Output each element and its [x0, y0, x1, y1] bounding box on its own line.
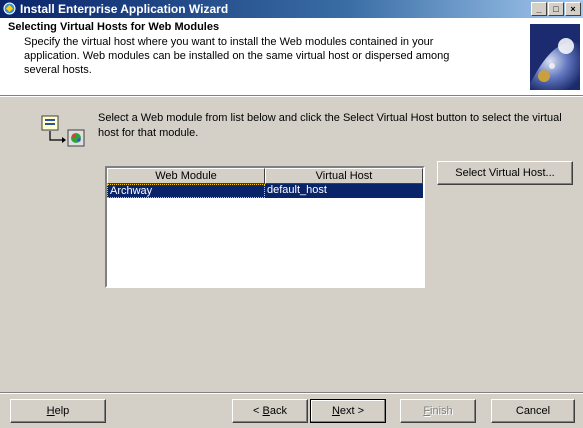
- next-button[interactable]: Next >: [310, 399, 386, 423]
- minimize-button[interactable]: _: [531, 2, 547, 16]
- column-header-virtual-host[interactable]: Virtual Host: [265, 168, 423, 184]
- wizard-header: Selecting Virtual Hosts for Web Modules …: [0, 18, 583, 95]
- footer-divider: [0, 392, 583, 394]
- title-bar[interactable]: Install Enterprise Application Wizard _ …: [0, 0, 583, 18]
- back-button[interactable]: < Back: [232, 399, 308, 423]
- window-title: Install Enterprise Application Wizard: [20, 2, 229, 16]
- finish-label: inish: [430, 405, 453, 417]
- globe-decoration-icon: [530, 24, 580, 90]
- help-button[interactable]: Help: [10, 399, 106, 423]
- cancel-button[interactable]: Cancel: [491, 399, 575, 423]
- instruction-text: Select a Web module from list below and …: [98, 112, 562, 139]
- close-button[interactable]: ×: [565, 2, 581, 16]
- next-mnemonic: N: [331, 405, 340, 417]
- help-label: elp: [54, 405, 70, 417]
- table-row[interactable]: Archway default_host: [107, 184, 423, 198]
- next-label: ext >: [339, 405, 365, 417]
- page-description: Specify the virtual host where you want …: [24, 36, 450, 76]
- select-virtual-host-button[interactable]: Select Virtual Host...: [437, 161, 573, 185]
- web-module-table[interactable]: Web Module Virtual Host Archway default_…: [105, 166, 425, 288]
- cell-web-module[interactable]: Archway: [107, 184, 265, 198]
- maximize-button[interactable]: □: [548, 2, 564, 16]
- wizard-app-icon: [3, 2, 16, 15]
- finish-button: Finish: [400, 399, 476, 423]
- help-mnemonic: H: [46, 405, 55, 417]
- back-mnemonic: B: [262, 405, 270, 417]
- web-module-host-icon: [41, 115, 85, 147]
- back-prefix: <: [253, 405, 263, 417]
- cell-virtual-host[interactable]: default_host: [265, 184, 423, 198]
- back-label: ack: [269, 405, 287, 417]
- page-title: Selecting Virtual Hosts for Web Modules: [8, 21, 220, 33]
- header-divider: [0, 95, 583, 97]
- column-header-web-module[interactable]: Web Module: [107, 168, 265, 184]
